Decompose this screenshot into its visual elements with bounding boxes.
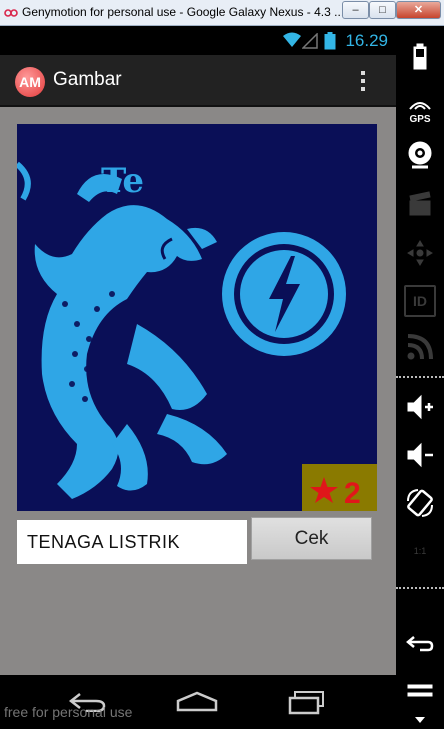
webcam-icon[interactable]: [404, 139, 436, 171]
window-titlebar: Genymotion for personal use - Google Gal…: [0, 0, 444, 26]
id-icon[interactable]: ID: [404, 285, 436, 317]
close-button[interactable]: ✕: [396, 1, 441, 19]
battery-icon[interactable]: [404, 41, 436, 73]
scale-label: 1:1: [413, 546, 427, 556]
app-logo[interactable]: AM: [15, 67, 45, 97]
main-content: Te 2 Cek: [0, 107, 396, 675]
genymotion-app-icon: [4, 9, 18, 17]
app-title: Gambar: [53, 69, 122, 90]
puzzle-image: Te 2: [17, 124, 377, 511]
volume-up-icon[interactable]: [404, 391, 436, 423]
signal-icon: [302, 33, 318, 49]
action-bar: AM Gambar: [0, 55, 396, 107]
dpad-icon[interactable]: [404, 237, 436, 269]
scale-icon[interactable]: 1:1: [404, 535, 436, 567]
gps-icon[interactable]: GPS: [404, 97, 436, 129]
rotate-icon[interactable]: [404, 487, 436, 519]
rss-icon[interactable]: [404, 331, 436, 363]
dragon-lightning-illustration: Te 2: [17, 124, 377, 511]
home-nav-icon[interactable]: [176, 691, 218, 713]
cek-button[interactable]: Cek: [251, 517, 372, 560]
menu-icon[interactable]: [404, 677, 436, 709]
recent-apps-nav-icon[interactable]: [287, 690, 327, 716]
status-bar: 16.29: [0, 27, 396, 55]
toolbar-divider: [396, 587, 444, 589]
toolbar-divider: [396, 376, 444, 378]
maximize-button[interactable]: □: [369, 1, 396, 19]
scroll-down-icon[interactable]: [415, 717, 425, 725]
personal-use-watermark: free for personal use: [4, 704, 133, 720]
device-screen: 16.29 AM Gambar Te 2 TENAGA LISTRIK Cek …: [0, 27, 396, 729]
clock: 16.29: [345, 31, 388, 50]
volume-down-icon[interactable]: [404, 439, 436, 471]
battery-status-icon: [324, 32, 336, 50]
image-caption-text: Te: [101, 161, 144, 201]
navigation-bar: [0, 675, 396, 729]
genymotion-toolbar: GPS ID 1:1: [396, 27, 444, 729]
video-icon[interactable]: [404, 189, 436, 221]
gps-label: GPS: [409, 114, 431, 125]
wifi-icon: [283, 32, 301, 47]
answer-input[interactable]: [17, 520, 247, 564]
level-badge-number: 2: [344, 477, 361, 510]
back-icon[interactable]: [404, 627, 436, 659]
overflow-menu-icon[interactable]: [356, 69, 370, 95]
minimize-button[interactable]: –: [342, 1, 369, 19]
window-title: Genymotion for personal use - Google Gal…: [22, 5, 345, 19]
